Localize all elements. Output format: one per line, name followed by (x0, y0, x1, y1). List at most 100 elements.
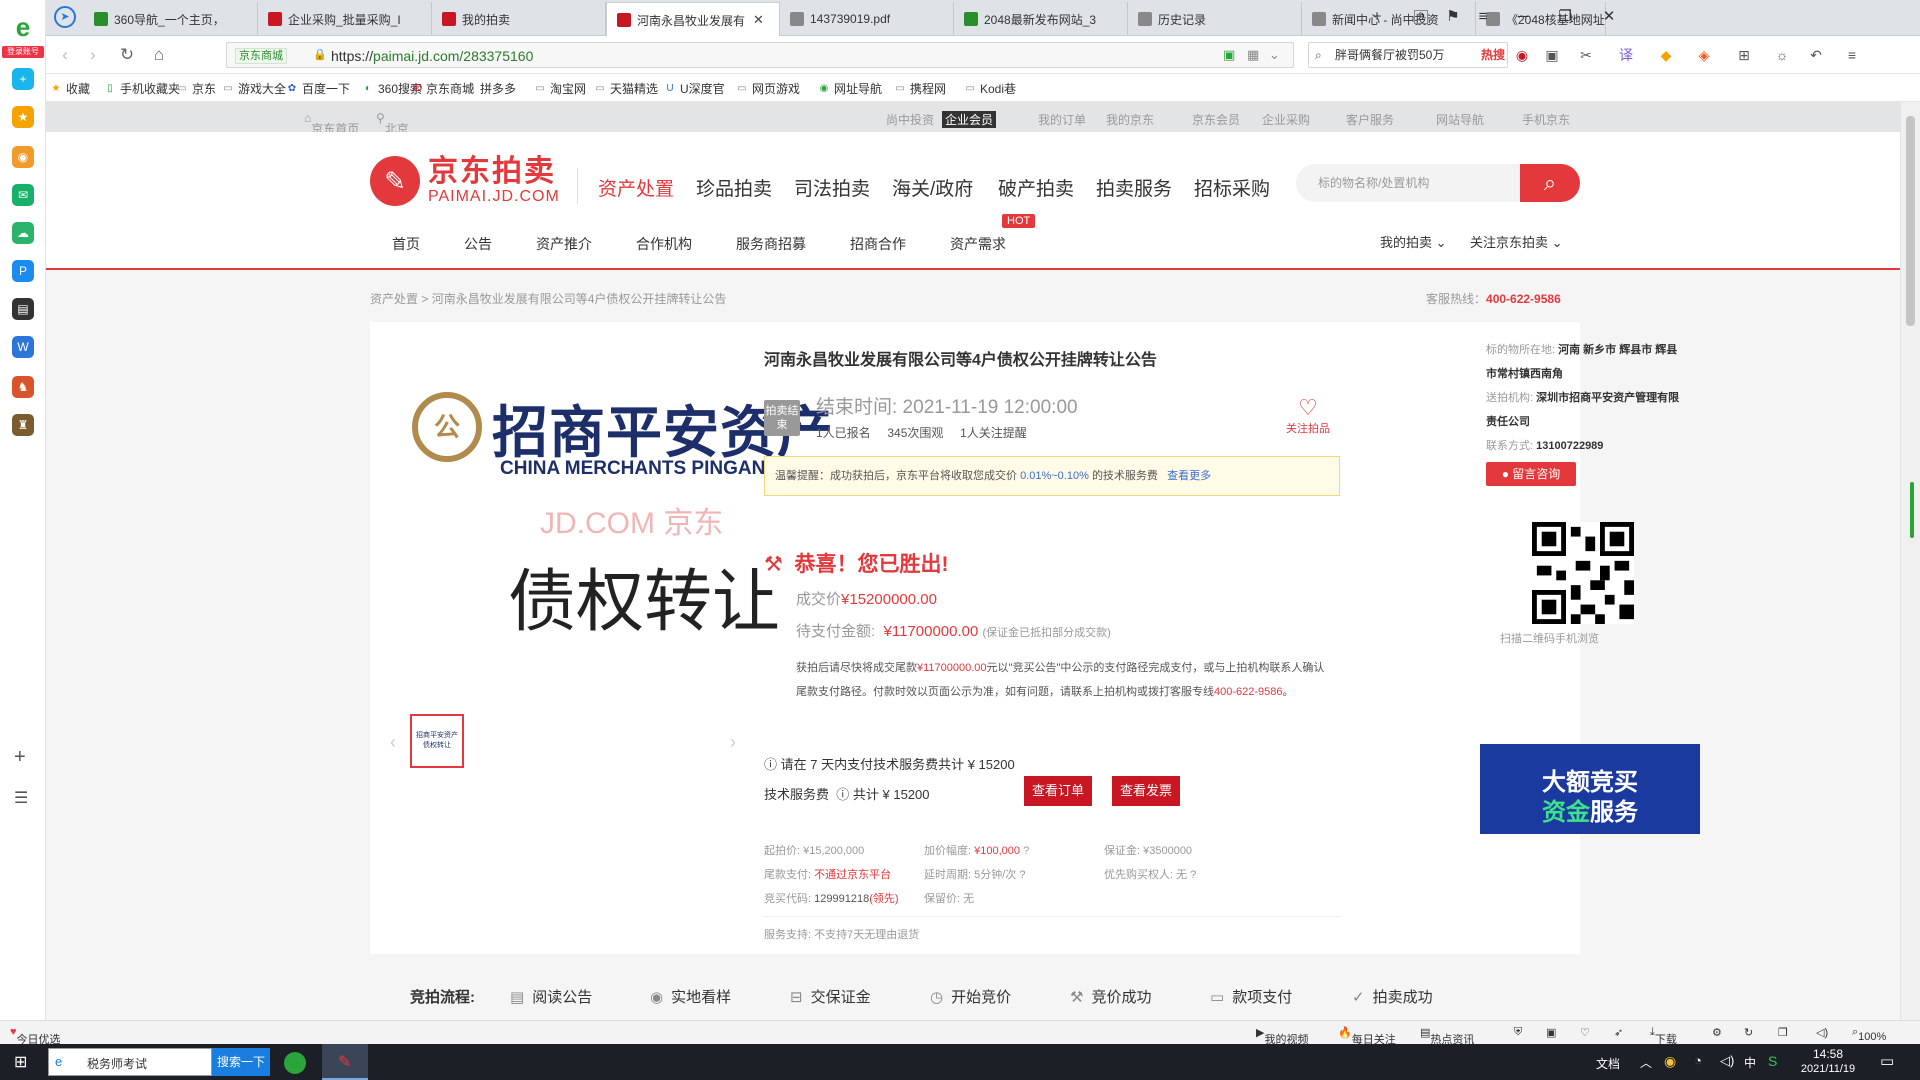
brightness-icon[interactable]: ☼ (1772, 45, 1792, 65)
thumb-next-icon[interactable]: › (730, 732, 736, 753)
restore-icon[interactable]: ❐ (1554, 6, 1576, 28)
follow-item-button[interactable]: ♡ 关注拍品 (1276, 396, 1340, 436)
nav-asset-disposal[interactable]: 资产处置 (598, 174, 674, 201)
jd-top-link[interactable]: 我的订单 (1038, 111, 1086, 128)
reload-icon[interactable]: ↻ (116, 44, 138, 66)
app-mail-icon[interactable]: ✉ (12, 184, 34, 206)
screenshot-icon[interactable]: ▣ (1542, 45, 1562, 65)
app-cloud-icon[interactable]: ☁ (12, 222, 34, 244)
sidebar-add-icon[interactable]: + (14, 746, 26, 769)
app-weibo-icon[interactable]: ◉ (12, 146, 34, 168)
cut-icon[interactable]: ✂ (1576, 45, 1596, 65)
tray-wifi-icon[interactable]: ◔ (1694, 1053, 1702, 1068)
bookmark-item[interactable]: ▭ 游戏大全 (222, 80, 286, 97)
subnav-asset-promo[interactable]: 资产推介 (536, 234, 592, 254)
translate-icon[interactable]: 译 (1616, 45, 1636, 65)
follow-jd-menu[interactable]: 关注京东拍卖 ⌄ (1470, 232, 1563, 251)
menu-icon[interactable]: ≡ (1472, 6, 1494, 28)
subnav-cooperation[interactable]: 招商合作 (850, 234, 906, 254)
tab-3[interactable]: 河南永昌牧业发展有 ✕ (606, 2, 780, 37)
jd-top-link[interactable]: 我的京东 (1106, 111, 1154, 128)
status-video[interactable]: ▶ 我的视频 (1256, 1026, 1308, 1046)
tray-volume-icon[interactable]: ◁) (1720, 1053, 1734, 1069)
bookmark-item[interactable]: U U深度官 (664, 80, 724, 97)
see-more-link[interactable]: 查看更多 (1167, 470, 1211, 482)
subnav-partners[interactable]: 合作机构 (636, 234, 692, 254)
jd-top-link[interactable]: 尚中投资 (886, 111, 934, 128)
tab-0[interactable]: 360导航_一个主页， (84, 2, 258, 36)
bookmark-item[interactable]: ▭ 网页游戏 (736, 80, 800, 97)
taskbar-active-app[interactable]: ✎ (322, 1044, 368, 1080)
tab-1[interactable]: 企业采购_批量采购_I (258, 2, 432, 36)
back-icon[interactable]: ‹ (54, 44, 76, 66)
tab-5[interactable]: 2048最新发布网站_3 (954, 2, 1128, 36)
jd-top-link[interactable]: 企业采购 (1262, 111, 1310, 128)
bookmark-item[interactable]: ▭ 天猫精选 (594, 80, 658, 97)
jd-search-input[interactable]: 标的物名称/处置机构 (1296, 164, 1526, 202)
view-order-button[interactable]: 查看订单 (1024, 776, 1093, 806)
game-icon[interactable]: ◈ (1694, 45, 1714, 65)
tab-close-icon[interactable]: ✕ (753, 12, 764, 28)
new-tab-icon[interactable]: + (1366, 6, 1388, 28)
status-left[interactable]: ♥ 今日优选 (10, 1026, 61, 1046)
subnav-home[interactable]: 首页 (392, 234, 420, 254)
reader-icon[interactable]: ▣ (1223, 47, 1235, 63)
sidebar-menu-icon[interactable]: ☰ (14, 788, 28, 808)
chevron-down-icon[interactable]: ⌄ (1269, 47, 1280, 63)
jd-top-link[interactable]: 网站导航 (1436, 111, 1484, 128)
bookmark-item[interactable]: ▯ 手机收藏夹 (104, 80, 180, 97)
bookmark-item[interactable]: ◉ 网址导航 (818, 80, 882, 97)
undo-icon[interactable]: ↶ (1806, 45, 1826, 65)
location-selector[interactable]: ⚲ 北京 (376, 111, 409, 136)
tool-icon[interactable]: ▣ (1546, 1026, 1556, 1039)
nav-bankruptcy-auction[interactable]: 破产拍卖 (998, 174, 1074, 201)
bookmark-item[interactable]: ▭ 京东 (176, 80, 216, 97)
navigate-icon[interactable]: ➤ (54, 6, 76, 28)
window-icon[interactable]: ❐ (1778, 1026, 1788, 1039)
nav-judicial-auction[interactable]: 司法拍卖 (794, 174, 870, 201)
home-icon[interactable]: ⌂ (148, 44, 170, 66)
app-plus-icon[interactable]: + (12, 68, 34, 90)
qr-icon[interactable]: ▦ (1247, 47, 1259, 63)
bookmark-item[interactable]: ✿ 百度一下 (286, 80, 350, 97)
nav-bidding[interactable]: 招标采购 (1194, 174, 1270, 201)
paimai-logo[interactable]: ✎ 京东拍卖 PAIMAI.JD.COM (370, 156, 560, 206)
subnav-asset-demand[interactable]: 资产需求 (950, 234, 1006, 254)
shirt-icon[interactable]: ⚑ (1442, 6, 1464, 28)
url-field[interactable]: 京东商城 🔒 https://paimai.jd.com/283375160 ▣… (226, 42, 1294, 68)
apps-icon[interactable]: ⊞ (1734, 45, 1754, 65)
jd-top-link[interactable]: 客户服务 (1346, 111, 1394, 128)
tab-6[interactable]: 历史记录 (1128, 2, 1302, 36)
browser-logo-icon[interactable]: e (8, 12, 38, 42)
browser-search-field[interactable]: ⌕ 胖哥俩餐厅被罚50万 热搜 (1308, 42, 1508, 68)
subnav-provider-recruit[interactable]: 服务商招募 (736, 234, 806, 254)
nav-auction-service[interactable]: 拍卖服务 (1096, 174, 1172, 201)
shield-icon[interactable]: ◉ (1512, 45, 1532, 65)
enterprise-member-badge[interactable]: 企业会员 (942, 111, 997, 128)
tab-8[interactable]: 《2048核基地网址最 (1476, 2, 1606, 36)
app-pdf-icon[interactable]: P (12, 260, 34, 282)
thumb-prev-icon[interactable]: ‹ (390, 732, 396, 753)
image-thumbnail[interactable]: 招商平安资产 债权转让 (410, 714, 464, 768)
app-star-icon[interactable]: ★ (12, 106, 34, 128)
breadcrumb-current[interactable]: 河南永昌牧业发展有限公司等4户债权公开挂牌转让公告 (432, 292, 727, 306)
zoom-level[interactable]: ⌕ 100% (1852, 1026, 1886, 1043)
car-icon[interactable]: ⚙ (1712, 1026, 1722, 1039)
consult-button[interactable]: ● 留言咨询 (1486, 462, 1576, 486)
settings-menu-icon[interactable]: ≡ (1842, 45, 1862, 65)
jd-top-link[interactable]: 手机京东 (1522, 111, 1570, 128)
taskbar-doc[interactable]: 文档 (1596, 1055, 1620, 1072)
tab-2[interactable]: 我的拍卖 (432, 2, 606, 36)
app-game2-icon[interactable]: ♜ (12, 414, 34, 436)
login-account-button[interactable]: 登录账号 (2, 46, 44, 58)
nav-treasure-auction[interactable]: 珍品拍卖 (696, 174, 772, 201)
breadcrumb-root[interactable]: 资产处置 (370, 292, 418, 306)
jd-search-button[interactable]: ⌕ (1520, 164, 1580, 202)
tray-ime[interactable]: 中 (1744, 1054, 1756, 1071)
bookmark-item[interactable]: ▭ 拼多多 (464, 80, 516, 97)
windows-start-icon[interactable]: ⊞ (14, 1052, 27, 1072)
close-window-icon[interactable]: ✕ (1598, 6, 1620, 28)
promo-banner[interactable]: 大额竞买 资金服务 (1480, 744, 1700, 834)
status-news[interactable]: ▤ 热点资讯 (1420, 1026, 1474, 1046)
subnav-notice[interactable]: 公告 (464, 234, 492, 254)
